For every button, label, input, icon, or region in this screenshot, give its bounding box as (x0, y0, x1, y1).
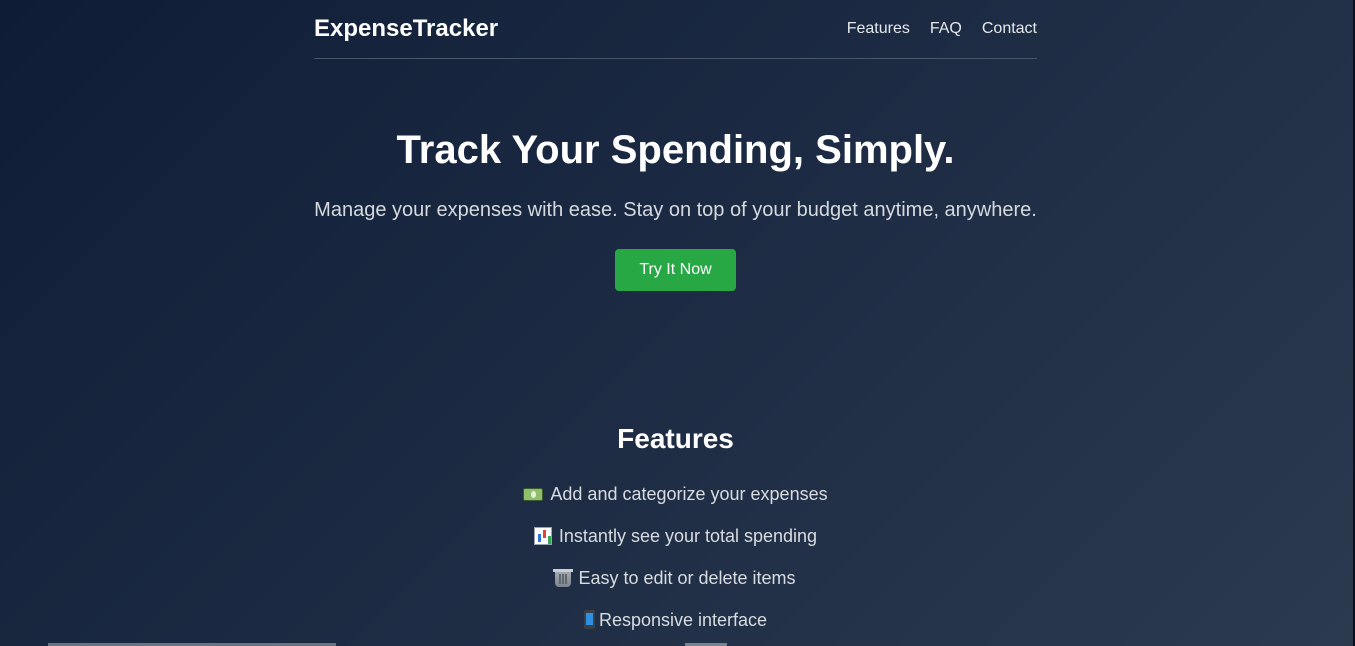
nav-links: Features FAQ Contact (847, 20, 1037, 38)
page-container: ExpenseTracker Features FAQ Contact Trac… (314, 0, 1037, 630)
nav-link-features[interactable]: Features (847, 20, 910, 38)
money-icon (523, 488, 544, 501)
mobile-phone-icon (583, 610, 595, 629)
nav-link-contact[interactable]: Contact (982, 20, 1037, 38)
feature-item: Add and categorize your expenses (314, 482, 1037, 524)
hero-title: Track Your Spending, Simply. (396, 128, 955, 172)
features-list: Add and categorize your expenses Instant… (314, 482, 1037, 646)
feature-item: Responsive interface (314, 608, 1037, 646)
trash-icon (553, 569, 574, 587)
top-nav: ExpenseTracker Features FAQ Contact (314, 0, 1037, 59)
bar-chart-icon (533, 527, 552, 545)
feature-label: Add and categorize your expenses (550, 484, 828, 504)
feature-label: Responsive interface (598, 610, 768, 630)
feature-item: Instantly see your total spending (314, 524, 1037, 566)
nav-link-faq[interactable]: FAQ (930, 20, 962, 38)
try-it-now-button[interactable]: Try It Now (615, 249, 736, 291)
brand-logo[interactable]: ExpenseTracker (314, 15, 498, 43)
features-title: Features (617, 423, 734, 454)
hero-subtitle: Manage your expenses with ease. Stay on … (314, 199, 1037, 221)
feature-label: Instantly see your total spending (558, 526, 818, 546)
feature-label: Easy to edit or delete items (578, 568, 796, 588)
feature-item: Easy to edit or delete items (314, 566, 1037, 608)
